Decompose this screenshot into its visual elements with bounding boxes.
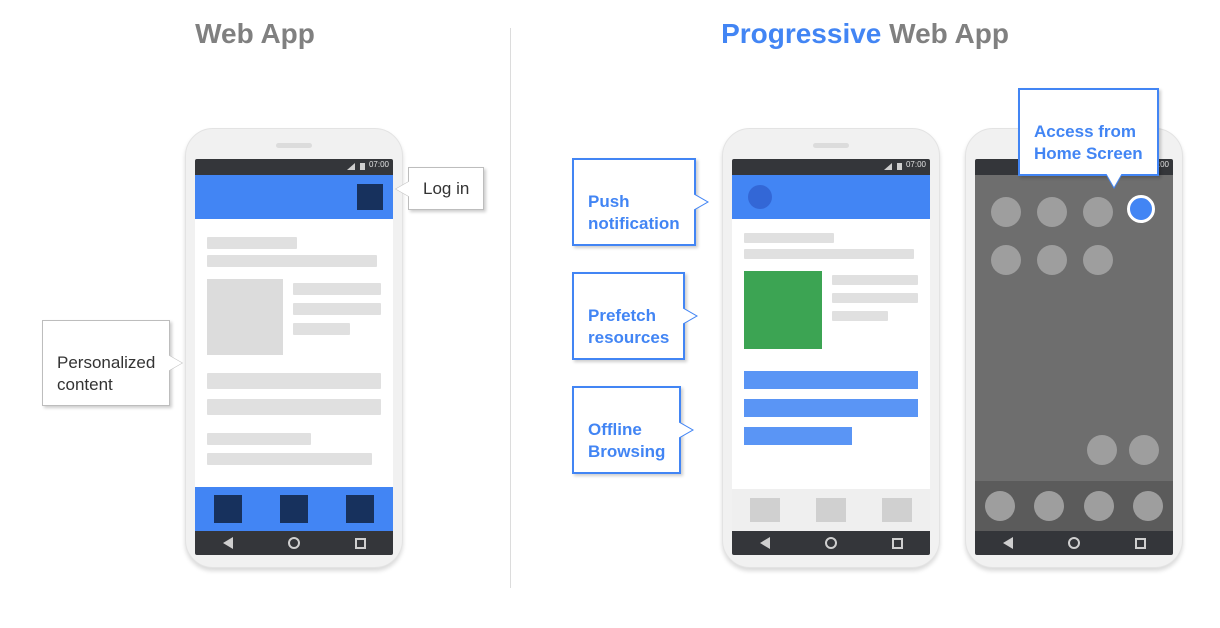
text-placeholder xyxy=(744,233,834,243)
app-icon[interactable] xyxy=(1083,245,1113,275)
system-nav-bar xyxy=(975,531,1173,555)
dock-app-icon[interactable] xyxy=(1133,491,1163,521)
callout-personalized-content: Personalized content xyxy=(42,320,170,406)
system-nav-bar xyxy=(195,531,393,555)
phone-screen: 07:00 xyxy=(195,159,393,555)
callout-push-notification: Push notification xyxy=(572,158,696,246)
text-placeholder xyxy=(207,433,311,445)
text-placeholder xyxy=(207,399,381,415)
app-icon[interactable] xyxy=(1129,435,1159,465)
nav-item-icon[interactable] xyxy=(816,498,846,522)
dock-app-icon[interactable] xyxy=(1034,491,1064,521)
callout-label: Personalized content xyxy=(57,353,155,393)
text-placeholder xyxy=(832,311,888,321)
offline-content-bar xyxy=(744,399,918,417)
home-icon[interactable] xyxy=(288,537,300,549)
text-placeholder xyxy=(293,283,381,295)
offline-content-bar xyxy=(744,371,918,389)
recents-icon[interactable] xyxy=(355,538,366,549)
app-icon[interactable] xyxy=(1087,435,1117,465)
text-placeholder xyxy=(207,237,297,249)
phone-web-app: 07:00 xyxy=(185,128,403,568)
text-placeholder xyxy=(207,453,372,465)
dock-app-icon[interactable] xyxy=(985,491,1015,521)
text-placeholder xyxy=(293,323,350,335)
pwa-home-screen-icon[interactable] xyxy=(1127,195,1155,223)
status-bar: 07:00 xyxy=(732,159,930,175)
image-placeholder xyxy=(207,279,283,355)
heading-pwa-rest: Web App xyxy=(881,18,1009,49)
bottom-nav xyxy=(732,489,930,531)
content-area xyxy=(744,219,918,531)
app-bar xyxy=(195,175,393,219)
home-wallpaper xyxy=(975,175,1173,531)
back-icon[interactable] xyxy=(223,537,233,549)
status-bar: 07:00 xyxy=(195,159,393,175)
back-icon[interactable] xyxy=(760,537,770,549)
phone-screen: 07:00 xyxy=(975,159,1173,555)
nav-item-icon[interactable] xyxy=(882,498,912,522)
callout-prefetch-resources: Prefetch resources xyxy=(572,272,685,360)
recents-icon[interactable] xyxy=(1135,538,1146,549)
phone-pwa-app: 07:00 xyxy=(722,128,940,568)
bottom-nav xyxy=(195,487,393,531)
callout-label: Offline Browsing xyxy=(588,420,665,460)
nav-item-icon[interactable] xyxy=(280,495,308,523)
app-icon[interactable] xyxy=(1037,197,1067,227)
app-bar xyxy=(732,175,930,219)
login-button-icon[interactable] xyxy=(357,184,383,210)
back-icon[interactable] xyxy=(1003,537,1013,549)
callout-offline-browsing: Offline Browsing xyxy=(572,386,681,474)
heading-pwa-accent: Progressive xyxy=(721,18,881,49)
text-placeholder xyxy=(293,303,381,315)
nav-item-icon[interactable] xyxy=(214,495,242,523)
home-icon[interactable] xyxy=(1068,537,1080,549)
push-notification-icon[interactable] xyxy=(748,185,772,209)
column-divider xyxy=(510,28,511,588)
status-clock: 07:00 xyxy=(369,160,389,169)
callout-home-screen: Access from Home Screen xyxy=(1018,88,1159,176)
phone-screen: 07:00 xyxy=(732,159,930,555)
home-dock xyxy=(975,481,1173,531)
callout-label: Access from Home Screen xyxy=(1034,122,1143,162)
prefetched-resource-icon xyxy=(744,271,822,349)
heading-pwa: Progressive Web App xyxy=(510,0,1220,50)
text-placeholder xyxy=(832,275,918,285)
nav-item-icon[interactable] xyxy=(750,498,780,522)
text-placeholder xyxy=(207,373,381,389)
callout-label: Log in xyxy=(423,179,469,198)
callout-label: Push notification xyxy=(588,192,680,232)
app-icon[interactable] xyxy=(1037,245,1067,275)
phone-earpiece xyxy=(276,143,312,148)
system-nav-bar xyxy=(732,531,930,555)
app-icon[interactable] xyxy=(1083,197,1113,227)
nav-item-icon[interactable] xyxy=(346,495,374,523)
home-icon[interactable] xyxy=(825,537,837,549)
phone-earpiece xyxy=(813,143,849,148)
app-icon[interactable] xyxy=(991,245,1021,275)
phone-home-screen: 07:00 xyxy=(965,128,1183,568)
recents-icon[interactable] xyxy=(892,538,903,549)
heading-web-app: Web App xyxy=(0,0,510,50)
offline-content-bar xyxy=(744,427,852,445)
dock-app-icon[interactable] xyxy=(1084,491,1114,521)
callout-login: Log in xyxy=(408,167,484,210)
text-placeholder xyxy=(744,249,914,259)
status-clock: 07:00 xyxy=(906,160,926,169)
text-placeholder xyxy=(207,255,377,267)
content-area xyxy=(207,219,381,531)
callout-label: Prefetch resources xyxy=(588,306,669,346)
text-placeholder xyxy=(832,293,918,303)
app-icon[interactable] xyxy=(991,197,1021,227)
